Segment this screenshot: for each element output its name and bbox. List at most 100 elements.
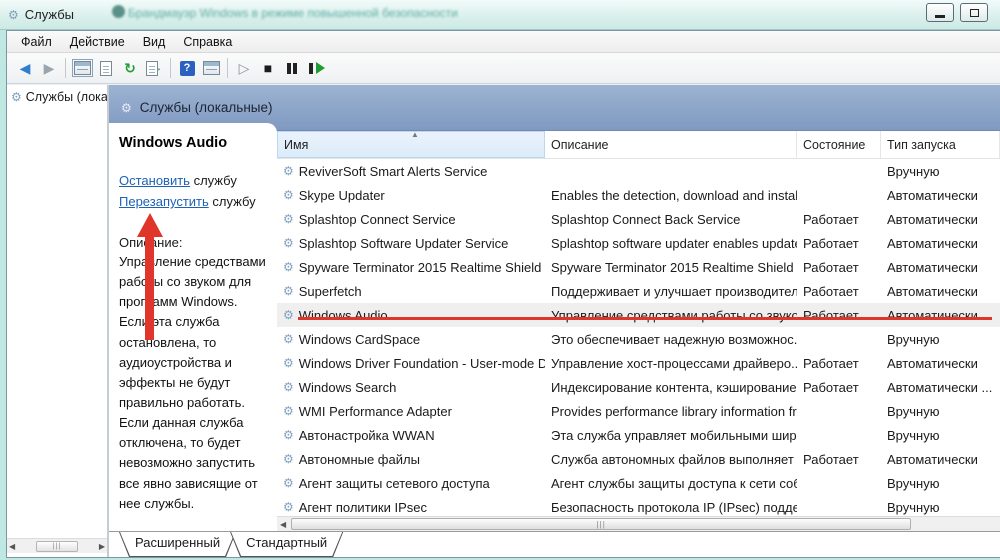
table-row[interactable]: ⚙SuperfetchПоддерживает и улучшает произ… xyxy=(277,279,1000,303)
restart-service-line: Перезапустить службу xyxy=(119,194,267,209)
toolbar-separator xyxy=(170,58,171,78)
menu-item-2[interactable]: Вид xyxy=(135,33,174,51)
service-status-cell: Работает xyxy=(797,284,881,299)
minimize-button[interactable] xyxy=(926,3,954,22)
service-gear-icon: ⚙ xyxy=(283,165,294,177)
restart-service-suffix: службу xyxy=(209,194,256,209)
table-row[interactable]: ⚙Автонастройка WWANЭта служба управляет … xyxy=(277,423,1000,447)
table-row[interactable]: ⚙Splashtop Connect ServiceSplashtop Conn… xyxy=(277,207,1000,231)
table-row[interactable]: ⚙ReviverSoft Smart Alerts ServiceВручную xyxy=(277,159,1000,183)
column-header-2[interactable]: Состояние xyxy=(797,131,881,158)
tree-scrollbar-thumb[interactable]: ||| xyxy=(36,541,78,552)
service-gear-icon: ⚙ xyxy=(283,429,294,441)
stop-service-suffix: службу xyxy=(190,173,237,188)
service-name-cell: ⚙Windows Search xyxy=(277,380,545,395)
table-row[interactable]: ⚙Автономные файлыСлужба автономных файло… xyxy=(277,447,1000,471)
tree-horizontal-scrollbar[interactable]: ◀ ||| ▶ xyxy=(7,538,107,553)
scroll-right-icon[interactable]: ▶ xyxy=(99,542,105,551)
table-body: ⚙ReviverSoft Smart Alerts ServiceВручную… xyxy=(277,159,1000,519)
service-description-cell: Индексирование контента, кэширование... xyxy=(545,380,797,395)
table-row[interactable]: ⚙Splashtop Software Updater ServiceSplas… xyxy=(277,231,1000,255)
view-tabs: Расширенный Стандартный xyxy=(109,531,1000,557)
menu-item-0[interactable]: Файл xyxy=(13,33,60,51)
service-name: Автонастройка WWAN xyxy=(299,428,435,443)
tab-label: Стандартный xyxy=(246,535,327,550)
service-gear-icon: ⚙ xyxy=(283,453,294,465)
service-gear-icon: ⚙ xyxy=(283,285,294,297)
service-name-cell: ⚙ Автонастройка WWAN xyxy=(277,428,545,443)
service-description-cell: Enables the detection, download and inst… xyxy=(545,188,797,203)
view-tab-1[interactable]: Стандартный xyxy=(230,532,343,557)
view-tab-active-0[interactable]: Расширенный xyxy=(119,532,236,557)
toolbar-separator xyxy=(65,58,66,78)
service-gear-icon: ⚙ xyxy=(283,213,294,225)
menu-item-3[interactable]: Справка xyxy=(175,33,240,51)
service-status-cell: Работает xyxy=(797,308,881,323)
column-header-0[interactable]: Имя▲ xyxy=(277,131,545,158)
service-name-cell: ⚙Splashtop Software Updater Service xyxy=(277,236,545,251)
toolbar: ◀ ▶ ↻→? ▷ ■ xyxy=(7,53,1000,84)
scroll-left-icon[interactable]: ◀ xyxy=(9,542,15,551)
service-name-cell: ⚙Splashtop Connect Service xyxy=(277,212,545,227)
service-description-cell: Splashtop Connect Back Service xyxy=(545,212,797,227)
refresh-icon[interactable]: ↻ xyxy=(119,57,141,79)
service-startup-cell: Вручную xyxy=(881,164,1000,179)
show-hide-console-icon[interactable] xyxy=(200,57,222,79)
table-horizontal-scrollbar[interactable]: ◀ ||| xyxy=(277,516,1000,531)
service-description-cell: Поддерживает и улучшает производител... xyxy=(545,284,797,299)
restart-service-icon xyxy=(309,63,313,74)
table-row[interactable]: ⚙Spyware Terminator 2015 Realtime Shield… xyxy=(277,255,1000,279)
service-startup-cell: Автоматически xyxy=(881,356,1000,371)
service-startup-cell: Автоматически xyxy=(881,188,1000,203)
column-header-1[interactable]: Описание xyxy=(545,131,797,158)
export-list-icon xyxy=(146,61,158,76)
description-label: Описание: xyxy=(119,235,267,250)
table-row[interactable]: ⚙Skype UpdaterEnables the detection, dow… xyxy=(277,183,1000,207)
pause-service-icon xyxy=(293,63,297,74)
menu-item-1[interactable]: Действие xyxy=(62,33,133,51)
table-row[interactable]: ⚙Windows SearchИндексирование контента, … xyxy=(277,375,1000,399)
stop-service-link[interactable]: Остановить xyxy=(119,173,190,188)
service-status-cell: Работает xyxy=(797,260,881,275)
export-list-icon[interactable]: → xyxy=(143,57,165,79)
services-local-icon: ⚙ xyxy=(121,102,132,114)
services-app-icon: ⚙ xyxy=(8,9,19,21)
services-node-icon: ⚙ xyxy=(11,91,22,103)
service-startup-cell: Вручную xyxy=(881,500,1000,515)
table-row[interactable]: ⚙Windows AudioУправление средствами рабо… xyxy=(277,303,1000,327)
table-scrollbar-thumb[interactable]: ||| xyxy=(291,518,911,530)
forward-icon[interactable]: ▶ xyxy=(38,57,60,79)
scroll-left-icon[interactable]: ◀ xyxy=(277,520,289,529)
table-row[interactable]: ⚙Агент защиты сетевого доступаАгент служ… xyxy=(277,471,1000,495)
service-description-cell: Служба автономных файлов выполняет ... xyxy=(545,452,797,467)
properties-icon[interactable] xyxy=(95,57,117,79)
table-row[interactable]: ⚙Windows CardSpaceЭто обеспечивает надеж… xyxy=(277,327,1000,351)
maximize-button[interactable] xyxy=(960,3,988,22)
title-bar: ⚙ Службы Брандмауэр Windows в режиме пов… xyxy=(0,0,1000,30)
service-name-cell: ⚙Агент защиты сетевого доступа xyxy=(277,476,545,491)
table-row[interactable]: ⚙WMI Performance AdapterProvides perform… xyxy=(277,399,1000,423)
back-icon[interactable]: ◀ xyxy=(14,57,36,79)
service-name-cell: ⚙Superfetch xyxy=(277,284,545,299)
service-startup-cell: Автоматически xyxy=(881,452,1000,467)
help-icon: ? xyxy=(180,61,195,76)
restart-service-link[interactable]: Перезапустить xyxy=(119,194,209,209)
table-row[interactable]: ⚙Windows Driver Foundation - User-mode D… xyxy=(277,351,1000,375)
help-icon[interactable]: ? xyxy=(176,57,198,79)
start-service-icon[interactable]: ▷ xyxy=(233,57,255,79)
service-description-cell: Spyware Terminator 2015 Realtime Shield … xyxy=(545,260,797,275)
service-gear-icon: ⚙ xyxy=(283,501,294,513)
column-header-3[interactable]: Тип запуска xyxy=(881,131,1000,158)
restart-service-icon[interactable] xyxy=(305,57,327,79)
pause-service-icon[interactable] xyxy=(281,57,303,79)
stop-service-icon: ■ xyxy=(264,61,272,75)
service-name-cell: ⚙Windows Audio xyxy=(277,308,545,323)
show-console-tree-icon[interactable] xyxy=(71,57,93,79)
service-startup-cell: Автоматически xyxy=(881,260,1000,275)
service-startup-cell: Вручную xyxy=(881,428,1000,443)
background-window-icon xyxy=(112,5,125,18)
stop-service-icon[interactable]: ■ xyxy=(257,57,279,79)
back-icon: ◀ xyxy=(20,61,31,75)
service-description-cell: Splashtop software updater enables updat… xyxy=(545,236,797,251)
tree-item-services-local[interactable]: ⚙ Службы (лока xyxy=(7,85,107,109)
